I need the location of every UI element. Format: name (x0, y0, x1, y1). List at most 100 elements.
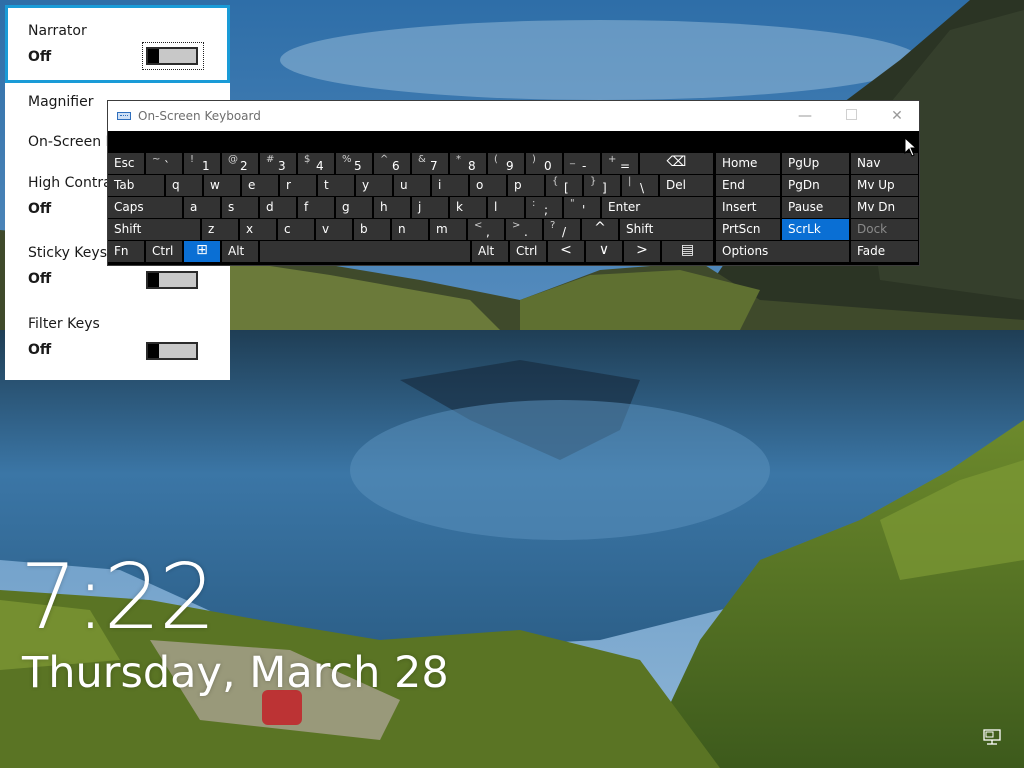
key-w[interactable]: w (204, 175, 240, 196)
key-sym[interactable]: + = (602, 153, 638, 174)
key-shift[interactable]: Shift (108, 219, 200, 240)
key-label: Options (722, 244, 769, 258)
network-icon[interactable] (983, 729, 1001, 745)
key-caps[interactable]: Caps (108, 197, 182, 218)
key-o[interactable]: o (470, 175, 506, 196)
key-x[interactable]: x (240, 219, 276, 240)
maximize-button[interactable] (828, 101, 874, 131)
key-j[interactable]: j (412, 197, 448, 218)
key-shift[interactable]: Shift (620, 219, 713, 240)
sticky-keys-toggle[interactable] (146, 271, 198, 289)
key-sym[interactable]: ~ ` (146, 153, 182, 174)
key-alt[interactable]: Alt (472, 241, 508, 262)
key-label: Home (722, 156, 758, 170)
key-pause[interactable]: Pause (782, 197, 849, 218)
minimize-button[interactable]: — (782, 101, 828, 131)
key-l[interactable]: l (488, 197, 524, 218)
key-sym[interactable]: <, (468, 219, 504, 240)
key-label: k (456, 200, 463, 214)
key-sym[interactable]: {[ (546, 175, 582, 196)
key-c[interactable]: c (278, 219, 314, 240)
narrator-setting[interactable]: Narrator Off (5, 5, 230, 83)
key-mv-dn[interactable]: Mv Dn (851, 197, 918, 218)
key-v[interactable]: v (316, 219, 352, 240)
key-y[interactable]: y (356, 175, 392, 196)
key-2[interactable]: @2 (222, 153, 258, 174)
key-esc[interactable]: Esc (108, 153, 144, 174)
key-q[interactable]: q (166, 175, 202, 196)
key-n[interactable]: n (392, 219, 428, 240)
key-enter[interactable]: Enter (602, 197, 713, 218)
space-key[interactable] (260, 241, 470, 262)
key-del[interactable]: Del (660, 175, 713, 196)
key-sym[interactable]: | \ (622, 175, 658, 196)
key-mv-up[interactable]: Mv Up (851, 175, 918, 196)
key-label: ∨ (598, 242, 610, 258)
key-ctrl[interactable]: Ctrl (146, 241, 182, 262)
key-7[interactable]: & 7 (412, 153, 448, 174)
key-shift-label: ) (532, 154, 536, 165)
key-shift-label: ! (190, 154, 195, 165)
key-a[interactable]: a (184, 197, 220, 218)
key-main-label: ] (602, 181, 607, 195)
key-p[interactable]: p (508, 175, 544, 196)
key-g[interactable]: g (336, 197, 372, 218)
key-d[interactable]: d (260, 197, 296, 218)
down-arrow-key[interactable]: ∨ (586, 241, 622, 262)
key-pgdn[interactable]: PgDn (782, 175, 849, 196)
key-t[interactable]: t (318, 175, 354, 196)
key-h[interactable]: h (374, 197, 410, 218)
windows-key[interactable]: ⊞ (184, 241, 220, 262)
key-fade[interactable]: Fade (851, 241, 918, 262)
key-b[interactable]: b (354, 219, 390, 240)
key-k[interactable]: k (450, 197, 486, 218)
key-sym[interactable]: " ' (564, 197, 600, 218)
close-button[interactable]: ✕ (874, 101, 920, 131)
key-8[interactable]: * 8 (450, 153, 486, 174)
key-s[interactable]: s (222, 197, 258, 218)
key-1[interactable]: ! 1 (184, 153, 220, 174)
key-i[interactable]: i (432, 175, 468, 196)
key-sym[interactable]: _ - (564, 153, 600, 174)
key-options[interactable]: Options (716, 241, 849, 262)
up-arrow-key[interactable]: ^ (582, 219, 618, 240)
key-5[interactable]: % 5 (336, 153, 372, 174)
menu-key[interactable]: ▤ (662, 241, 713, 262)
key-z[interactable]: z (202, 219, 238, 240)
key-main-label: ' (582, 203, 586, 217)
filter-keys-toggle[interactable] (146, 342, 198, 360)
high-contrast-label: High Contra (28, 175, 112, 191)
key-f[interactable]: f (298, 197, 334, 218)
key-6[interactable]: ^ 6 (374, 153, 410, 174)
key-shift-label: % (342, 154, 352, 165)
key-home[interactable]: Home (716, 153, 780, 174)
backspace-key[interactable]: ⌫ (640, 153, 713, 174)
right-arrow-key[interactable]: > (624, 241, 660, 262)
key-pgup[interactable]: PgUp (782, 153, 849, 174)
key-end[interactable]: End (716, 175, 780, 196)
key-m[interactable]: m (430, 219, 466, 240)
left-arrow-key[interactable]: < (548, 241, 584, 262)
osk-titlebar[interactable]: On-Screen Keyboard — ✕ (108, 101, 919, 131)
key-label: ⌫ (666, 154, 687, 170)
key-sym[interactable]: ? / (544, 219, 580, 240)
key-sym[interactable]: >. (506, 219, 542, 240)
key-scrlk[interactable]: ScrLk (782, 219, 849, 240)
key-0[interactable]: ) 0 (526, 153, 562, 174)
key-sym[interactable]: }] (584, 175, 620, 196)
key-e[interactable]: e (242, 175, 278, 196)
key-sym[interactable]: :; (526, 197, 562, 218)
key-fn[interactable]: Fn (108, 241, 144, 262)
narrator-toggle[interactable] (146, 47, 198, 65)
key-alt[interactable]: Alt (222, 241, 258, 262)
key-4[interactable]: $4 (298, 153, 334, 174)
key-insert[interactable]: Insert (716, 197, 780, 218)
key-3[interactable]: #3 (260, 153, 296, 174)
filter-keys-setting[interactable]: Filter Keys Off (5, 308, 230, 378)
key-u[interactable]: u (394, 175, 430, 196)
key-prtscn[interactable]: PrtScn (716, 219, 780, 240)
key-ctrl[interactable]: Ctrl (510, 241, 546, 262)
key-r[interactable]: r (280, 175, 316, 196)
key-tab[interactable]: Tab (108, 175, 164, 196)
key-9[interactable]: (9 (488, 153, 524, 174)
